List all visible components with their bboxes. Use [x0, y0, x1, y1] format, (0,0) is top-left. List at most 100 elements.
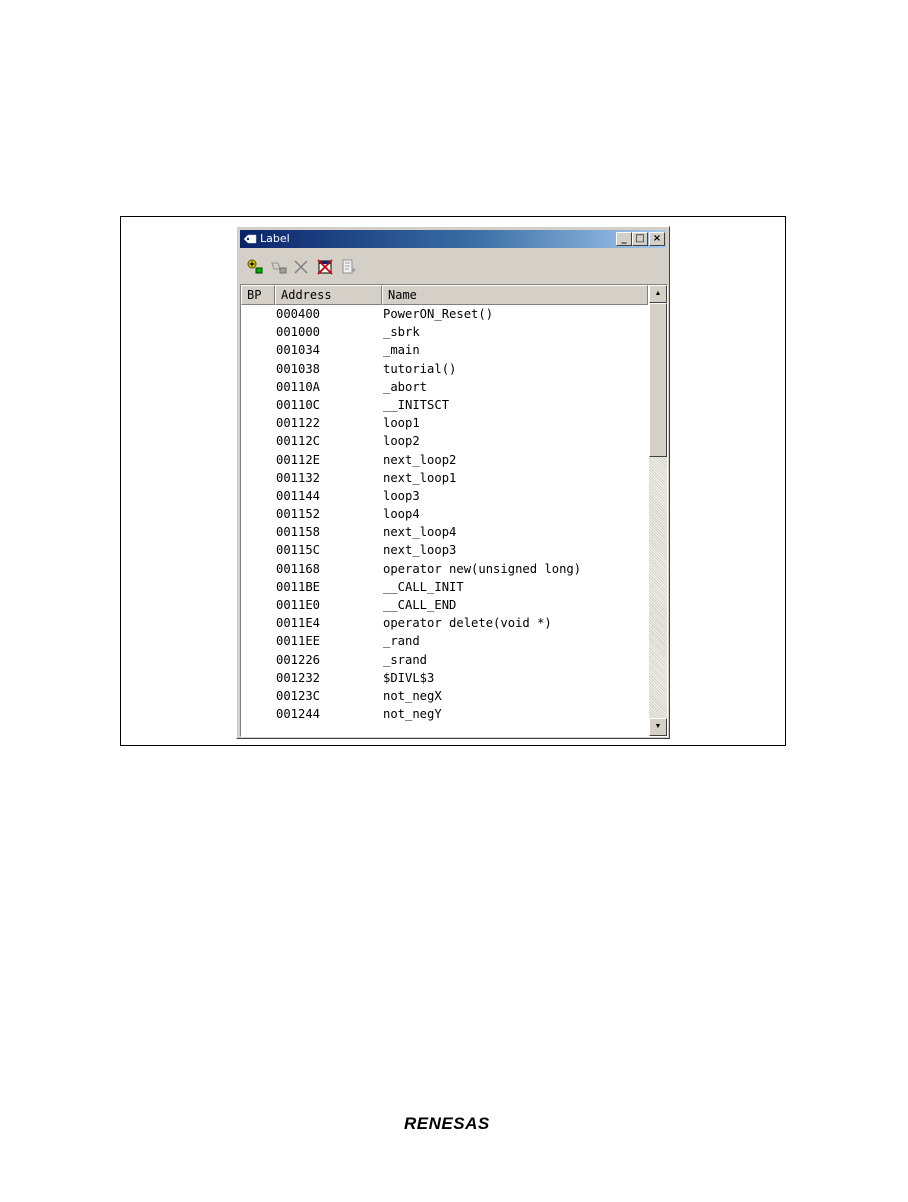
close-button[interactable]: ×: [649, 232, 665, 246]
delete-all-labels-icon[interactable]: [316, 258, 334, 276]
name-cell: __INITSCT: [383, 397, 450, 412]
bp-cell[interactable]: [241, 396, 275, 414]
column-header-name[interactable]: Name: [382, 285, 648, 305]
table-row[interactable]: 00115C next_loop3: [241, 541, 648, 559]
address-cell: 001152: [276, 507, 321, 522]
name-cell: __CALL_INIT: [383, 579, 464, 594]
add-label-icon[interactable]: [246, 258, 264, 276]
table-row[interactable]: 001158 next_loop4: [241, 523, 648, 541]
name-cell: $DIVL$3: [383, 670, 435, 685]
table-row[interactable]: 001132 next_loop1: [241, 469, 648, 487]
table-row[interactable]: 0011BE __CALL_INIT: [241, 578, 648, 596]
bp-cell[interactable]: [241, 360, 275, 378]
column-header-address[interactable]: Address: [275, 285, 382, 305]
address-cell: 00110A: [276, 379, 321, 394]
table-row[interactable]: 001000 _sbrk: [241, 323, 648, 341]
name-cell: next_loop3: [383, 543, 457, 558]
address-cell: 00112C: [276, 434, 321, 449]
name-cell: PowerON_Reset(): [383, 307, 494, 321]
address-cell: 0011E0: [276, 598, 321, 612]
address-cell: 001232: [276, 670, 321, 685]
name-cell: not_negX: [383, 688, 442, 703]
column-header-bp[interactable]: BP: [241, 285, 275, 305]
scroll-up-button[interactable]: ▲: [649, 285, 667, 303]
bp-cell[interactable]: [241, 669, 275, 687]
bp-cell[interactable]: [241, 614, 275, 632]
table-row[interactable]: 00112E next_loop2: [241, 451, 648, 469]
address-cell: 001000: [276, 325, 321, 340]
name-cell: _sbrk: [383, 325, 420, 340]
bp-cell[interactable]: [241, 560, 275, 578]
address-cell: 0011E4: [276, 616, 321, 631]
bp-cell[interactable]: [241, 414, 275, 432]
bp-cell[interactable]: [241, 578, 275, 596]
bp-cell[interactable]: [241, 651, 275, 669]
table-row[interactable]: 00110C __INITSCT: [241, 396, 648, 414]
list-header: BP Address Name: [241, 285, 648, 305]
bp-cell[interactable]: [241, 596, 275, 614]
bp-cell[interactable]: [241, 432, 275, 450]
bp-cell[interactable]: [241, 451, 275, 469]
table-row[interactable]: 00112C loop2: [241, 432, 648, 450]
scroll-down-button[interactable]: ▼: [649, 718, 667, 736]
maximize-icon: □: [635, 233, 645, 244]
table-row[interactable]: 0011EE _rand: [241, 632, 648, 650]
bp-cell[interactable]: [241, 687, 275, 705]
address-cell: 00110C: [276, 397, 321, 412]
address-cell: 0011EE: [276, 634, 321, 649]
table-row[interactable]: 00123C not_negX: [241, 687, 648, 705]
table-row[interactable]: 001244 not_negY: [241, 705, 648, 723]
table-row[interactable]: 001122 loop1: [241, 414, 648, 432]
label-list: BP Address Name 000400 PowerON_Reset() 001…: [240, 284, 668, 737]
name-cell: tutorial(): [383, 361, 457, 376]
vertical-scrollbar[interactable]: ▲ ▼: [649, 285, 667, 736]
address-cell: 00123C: [276, 688, 321, 703]
address-cell: 00112E: [276, 452, 321, 467]
maximize-button[interactable]: □: [632, 232, 648, 246]
bp-cell[interactable]: [241, 341, 275, 359]
label-window-icon: [243, 234, 257, 244]
address-cell: 000400: [276, 307, 321, 321]
name-cell: loop1: [383, 416, 420, 431]
address-cell: 001122: [276, 416, 321, 431]
scrollbar-thumb[interactable]: [649, 303, 667, 457]
name-cell: operator new(unsigned long): [383, 561, 582, 576]
table-row[interactable]: 00110A _abort: [241, 378, 648, 396]
name-cell: _abort: [383, 379, 428, 394]
table-row[interactable]: 0011E4 operator delete(void *): [241, 614, 648, 632]
table-row[interactable]: 001034 _main: [241, 341, 648, 359]
bp-cell[interactable]: [241, 505, 275, 523]
scroll-up-icon: ▲: [654, 290, 662, 297]
bp-cell[interactable]: [241, 378, 275, 396]
name-cell: next_loop4: [383, 525, 457, 540]
name-cell: next_loop2: [383, 452, 457, 467]
bp-cell[interactable]: [241, 305, 275, 323]
table-row[interactable]: 001144 loop3: [241, 487, 648, 505]
table-row[interactable]: 0011E0 __CALL_END: [241, 596, 648, 614]
minimize-button[interactable]: _: [616, 232, 632, 246]
bp-cell[interactable]: [241, 469, 275, 487]
name-cell: _main: [383, 343, 420, 358]
name-cell: loop2: [383, 434, 420, 449]
table-row[interactable]: 001168 operator new(unsigned long): [241, 560, 648, 578]
table-row[interactable]: 001226 _srand: [241, 651, 648, 669]
bp-cell[interactable]: [241, 541, 275, 559]
edit-label-icon[interactable]: [270, 258, 288, 276]
list-rows: 000400 PowerON_Reset() 001000 _sbrk 001034 _m…: [241, 305, 648, 723]
refresh-icon[interactable]: [340, 258, 358, 276]
table-row[interactable]: 001038 tutorial(): [241, 360, 648, 378]
bp-cell[interactable]: [241, 323, 275, 341]
close-icon: ×: [652, 233, 662, 244]
name-cell: loop4: [383, 507, 420, 522]
bp-cell[interactable]: [241, 632, 275, 650]
bp-cell[interactable]: [241, 705, 275, 723]
title-bar[interactable]: Label _ □ ×: [240, 230, 666, 248]
renesas-logo: RENESAS: [404, 1114, 489, 1133]
bp-cell[interactable]: [241, 523, 275, 541]
address-cell: 001132: [276, 470, 321, 485]
delete-label-icon[interactable]: [292, 258, 310, 276]
table-row[interactable]: 001232 $DIVL$3: [241, 669, 648, 687]
bp-cell[interactable]: [241, 487, 275, 505]
table-row[interactable]: 000400 PowerON_Reset(): [241, 305, 648, 323]
table-row[interactable]: 001152 loop4: [241, 505, 648, 523]
